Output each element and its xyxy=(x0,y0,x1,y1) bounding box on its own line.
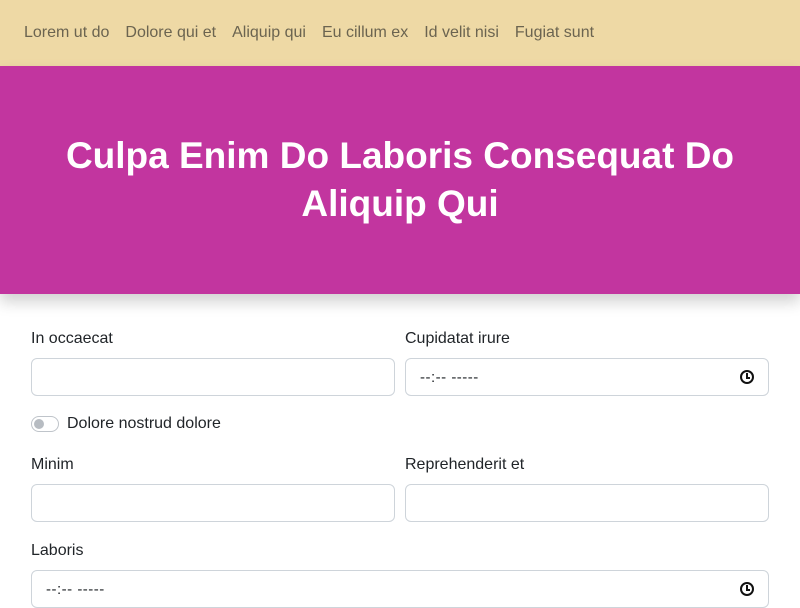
time-value: --:-- ----- xyxy=(420,368,479,386)
nav-item-lorem-ut-do[interactable]: Lorem ut do xyxy=(16,24,117,42)
reprehenderit-et-input[interactable] xyxy=(405,484,769,522)
nav-item-eu-cillum-ex[interactable]: Eu cillum ex xyxy=(314,24,416,42)
minim-input[interactable] xyxy=(31,484,395,522)
toggle-knob xyxy=(34,419,44,429)
top-navigation: Lorem ut do Dolore qui et Aliquip qui Eu… xyxy=(0,0,800,66)
field-label-reprehenderit-et: Reprehenderit et xyxy=(405,456,525,473)
time-value: --:-- ----- xyxy=(46,580,105,598)
field-label-minim: Minim xyxy=(31,456,74,473)
field-label-laboris: Laboris xyxy=(31,542,84,559)
field-label-cupidatat-irure: Cupidatat irure xyxy=(405,330,510,347)
nav-item-id-velit-nisi[interactable]: Id velit nisi xyxy=(416,24,507,42)
nav-item-aliquip-qui[interactable]: Aliquip qui xyxy=(224,24,314,42)
laboris-time-input[interactable]: --:-- ----- xyxy=(31,570,769,608)
hero-banner: Culpa Enim Do Laboris Consequat Do Aliqu… xyxy=(0,66,800,294)
field-label-in-occaecat: In occaecat xyxy=(31,330,113,347)
cupidatat-irure-time-input[interactable]: --:-- ----- xyxy=(405,358,769,396)
clock-icon[interactable] xyxy=(740,370,754,384)
dolore-nostrud-dolore-toggle[interactable] xyxy=(31,416,59,432)
in-occaecat-input[interactable] xyxy=(31,358,395,396)
clock-icon[interactable] xyxy=(740,582,754,596)
nav-item-fugiat-sunt[interactable]: Fugiat sunt xyxy=(507,24,602,42)
nav-item-dolore-qui-et[interactable]: Dolore qui et xyxy=(117,24,224,42)
page-title: Culpa Enim Do Laboris Consequat Do Aliqu… xyxy=(65,135,735,224)
toggle-label: Dolore nostrud dolore xyxy=(67,415,221,432)
